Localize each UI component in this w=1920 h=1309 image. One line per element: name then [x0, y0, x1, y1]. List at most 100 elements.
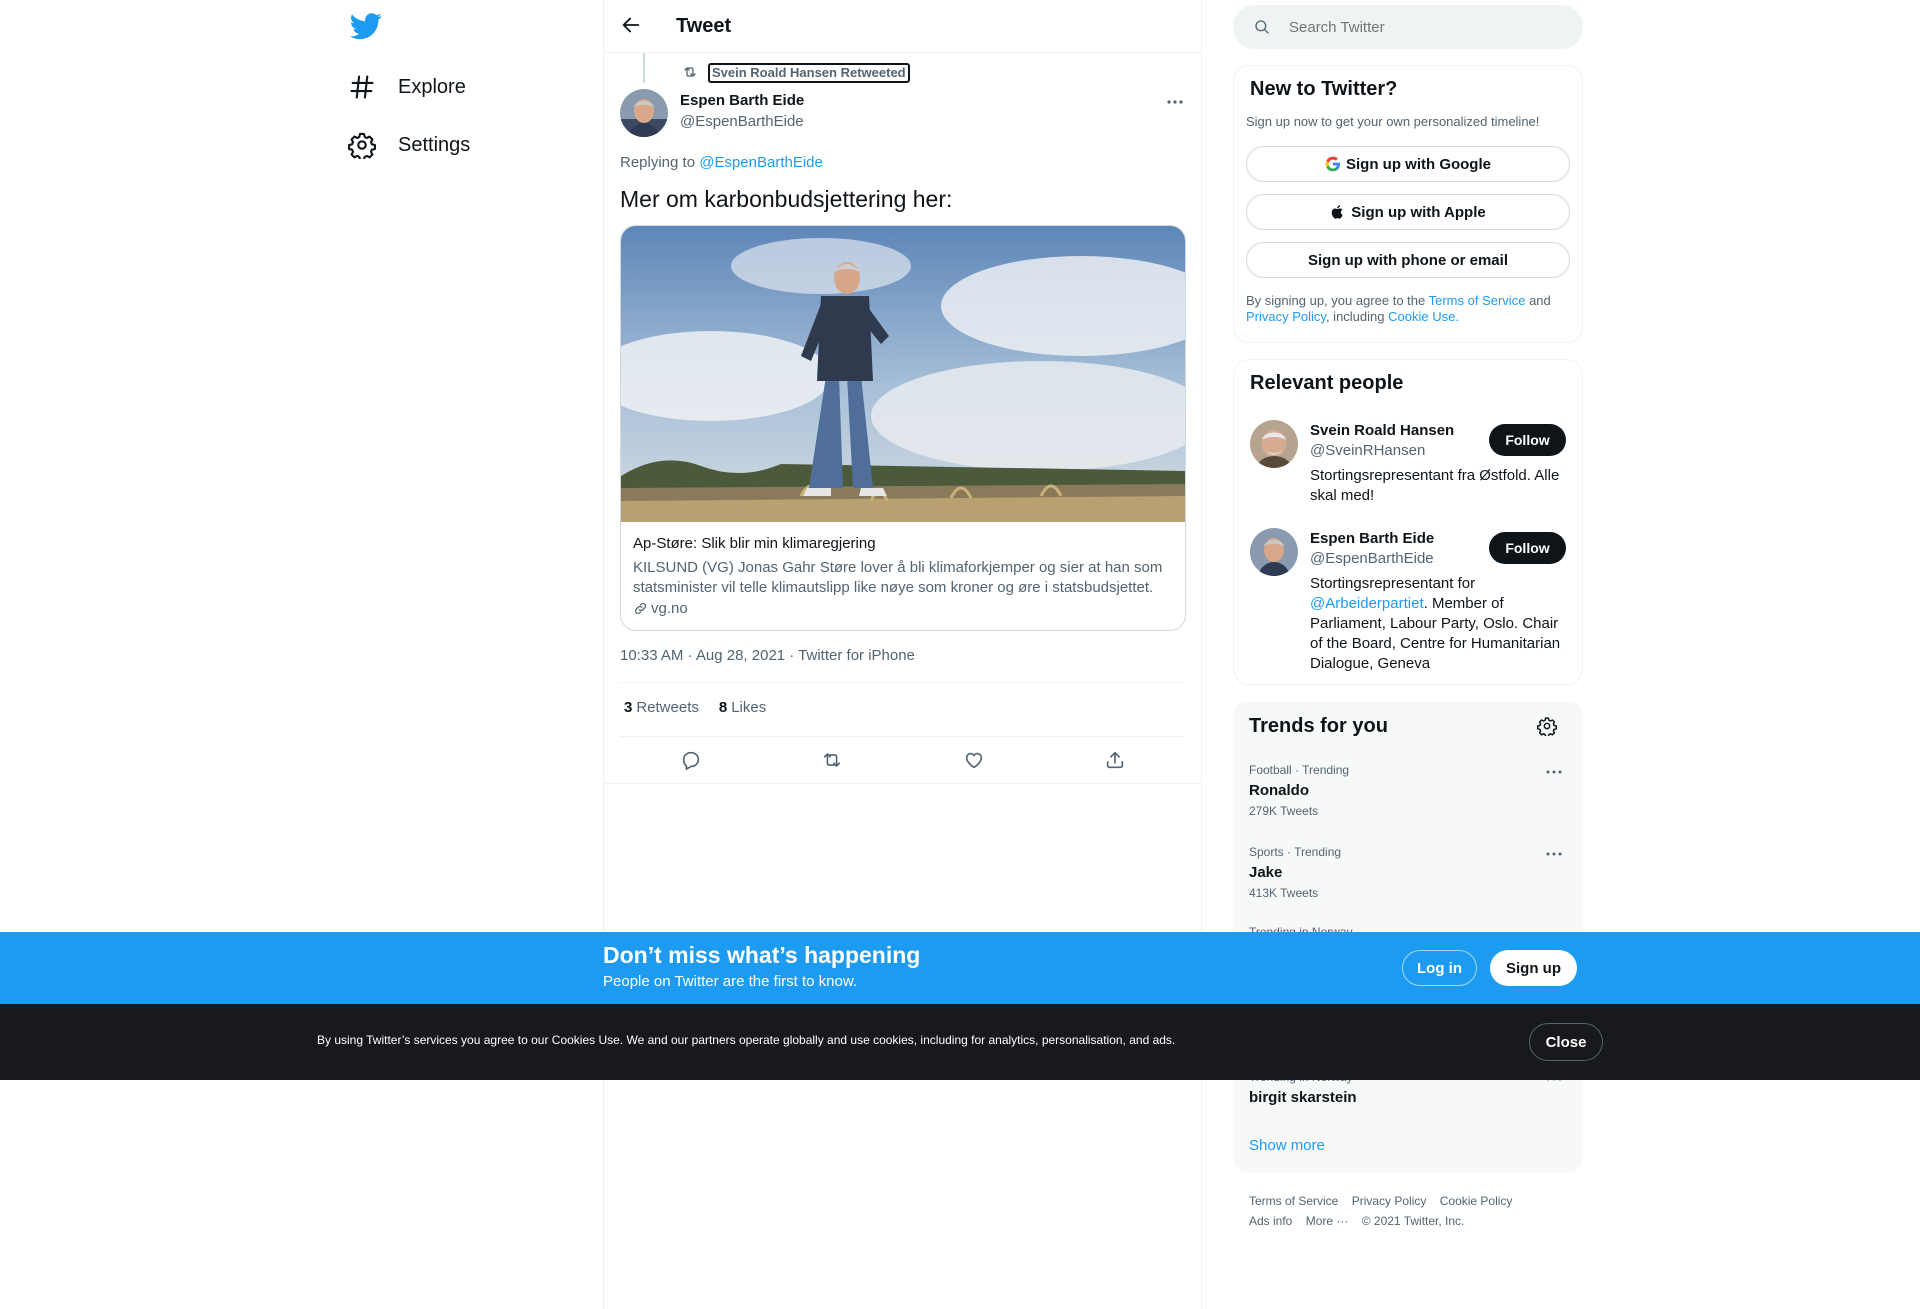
new-to-twitter-subtitle: Sign up now to get your own personalized…: [1246, 114, 1540, 129]
apple-logo-icon: [1330, 204, 1346, 220]
avatar[interactable]: [1250, 528, 1298, 576]
cta-title: Don’t miss what’s happening: [603, 942, 921, 968]
search-icon: [1253, 18, 1271, 36]
avatar[interactable]: [1250, 420, 1298, 468]
person-handle[interactable]: @EspenBarthEide: [1310, 550, 1434, 567]
retweet-context-link[interactable]: Svein Roald Hansen Retweeted: [708, 63, 910, 83]
footer-link[interactable]: Privacy Policy: [1352, 1194, 1427, 1208]
footer-link[interactable]: Cookie Policy: [1440, 1194, 1513, 1208]
search-input[interactable]: [1289, 18, 1549, 36]
author-handle[interactable]: @EspenBarthEide: [680, 113, 804, 130]
trend-item[interactable]: Sports · Trending Jake 413K Tweets: [1249, 845, 1569, 905]
legal-text-3: , including: [1325, 309, 1385, 324]
trend-item[interactable]: Football · Trending Ronaldo 279K Tweets: [1249, 763, 1569, 823]
footer-link[interactable]: Ads info: [1249, 1214, 1292, 1228]
relevant-people-title: Relevant people: [1250, 372, 1404, 394]
person-item[interactable]: Svein Roald Hansen @SveinRHansen Follow …: [1250, 420, 1572, 510]
thread-connector-line: [643, 53, 645, 83]
tweet-header: Tweet: [604, 0, 1202, 53]
trend-count: 413K Tweets: [1249, 886, 1319, 900]
author-avatar[interactable]: [620, 89, 668, 137]
legal-text-4: .: [1455, 309, 1459, 324]
likes-count: 8: [718, 699, 728, 716]
signup-apple-button[interactable]: Sign up with Apple: [1246, 194, 1570, 230]
link-card[interactable]: Ap-Støre: Slik blir min klimaregjering K…: [620, 225, 1186, 631]
cta-subtitle: People on Twitter are the first to know.: [603, 973, 858, 990]
signup-google-label: Sign up with Google: [1346, 155, 1491, 173]
nav-settings-label: Settings: [398, 133, 471, 156]
link-card-image: [621, 226, 1185, 522]
legal-text-1: By signing up, you agree to the: [1246, 293, 1426, 308]
tweet-timestamp[interactable]: 10:33 AM · Aug 28, 2021 · Twitter for iP…: [620, 647, 915, 664]
page-title: Tweet: [676, 15, 732, 37]
link-card-description: KILSUND (VG) Jonas Gahr Støre lover å bl…: [633, 559, 1163, 596]
trend-count: 279K Tweets: [1249, 804, 1319, 818]
trends-title: Trends for you: [1249, 715, 1388, 737]
tweet-actions: [620, 737, 1186, 783]
signup-apple-label: Sign up with Apple: [1351, 203, 1486, 221]
share-icon[interactable]: [1104, 749, 1126, 771]
reply-icon[interactable]: [680, 749, 702, 771]
nav-explore-label: Explore: [398, 75, 466, 98]
twitter-logo-icon[interactable]: [350, 10, 382, 42]
bio-text: Stortingsrepresentant for: [1310, 575, 1476, 592]
retweets-label: Retweets: [636, 699, 699, 716]
google-logo-icon: [1325, 156, 1341, 172]
bio-mention-link[interactable]: @Arbeiderpartiet: [1310, 595, 1424, 612]
trend-meta: Football · Trending: [1249, 763, 1350, 777]
person-name[interactable]: Espen Barth Eide: [1310, 530, 1434, 547]
link-card-domain-text: vg.no: [651, 600, 688, 617]
tweet-stats: 3 Retweets 8 Likes: [624, 699, 786, 716]
link-icon: [633, 601, 648, 616]
show-more-link[interactable]: Show more: [1249, 1137, 1325, 1154]
login-button[interactable]: Log in: [1402, 950, 1477, 986]
new-to-twitter-panel: New to Twitter? Sign up now to get your …: [1233, 65, 1583, 343]
person-bio: Stortingsrepresentant for @Arbeiderparti…: [1310, 574, 1572, 674]
signup-button[interactable]: Sign up: [1490, 950, 1577, 986]
trends-settings-gear-icon[interactable]: [1537, 716, 1557, 736]
like-heart-icon[interactable]: [963, 749, 985, 771]
person-handle[interactable]: @SveinRHansen: [1310, 442, 1425, 459]
person-item[interactable]: Espen Barth Eide @EspenBarthEide Follow …: [1250, 528, 1572, 678]
tweet-detail-column: Tweet Svein Roald Hansen Retweeted Espen…: [603, 0, 1202, 1309]
nav-explore[interactable]: Explore: [348, 62, 466, 112]
divider: [620, 682, 1186, 683]
signup-phone-email-button[interactable]: Sign up with phone or email: [1246, 242, 1570, 278]
author-name[interactable]: Espen Barth Eide: [680, 92, 804, 109]
more-options-icon[interactable]: [1545, 847, 1563, 861]
signup-phone-email-label: Sign up with phone or email: [1307, 251, 1508, 269]
cookie-text: By using Twitter’s services you agree to…: [317, 1033, 1176, 1047]
footer-link[interactable]: Terms of Service: [1249, 1194, 1338, 1208]
retweet-icon: [682, 64, 700, 82]
replying-to: Replying to @EspenBarthEide: [620, 154, 823, 171]
retweet-icon[interactable]: [821, 749, 843, 771]
more-options-icon[interactable]: [1545, 765, 1563, 779]
trend-name: Ronaldo: [1249, 782, 1309, 799]
replying-mention-link[interactable]: @EspenBarthEide: [699, 154, 823, 171]
follow-button[interactable]: Follow: [1489, 532, 1566, 564]
nav-settings[interactable]: Settings: [348, 120, 470, 170]
likes-stat[interactable]: 8 Likes: [719, 699, 766, 716]
likes-label: Likes: [731, 699, 767, 716]
follow-button[interactable]: Follow: [1489, 424, 1566, 456]
cookie-banner: By using Twitter’s services you agree to…: [0, 1004, 1920, 1080]
signup-google-button[interactable]: Sign up with Google: [1246, 146, 1570, 182]
terms-of-service-link[interactable]: Terms of Service: [1429, 293, 1526, 308]
cookie-use-link[interactable]: Cookie Use: [1388, 309, 1455, 324]
privacy-policy-link[interactable]: Privacy Policy: [1246, 309, 1326, 324]
footer-copyright: © 2021 Twitter, Inc.: [1361, 1214, 1465, 1228]
gear-icon: [348, 131, 376, 159]
person-name[interactable]: Svein Roald Hansen: [1310, 422, 1454, 439]
retweets-stat[interactable]: 3 Retweets: [624, 699, 699, 716]
search-bar[interactable]: [1233, 5, 1583, 49]
signup-legal-text: By signing up, you agree to the Terms of…: [1246, 293, 1576, 325]
cookie-close-button[interactable]: Close: [1529, 1023, 1603, 1061]
footer-links: Terms of Service Privacy Policy Cookie P…: [1249, 1191, 1579, 1231]
back-arrow-icon[interactable]: [620, 14, 644, 38]
trend-name: birgit skarstein: [1249, 1089, 1357, 1106]
retweet-context: Svein Roald Hansen Retweeted: [682, 63, 910, 83]
signup-cta-banner: Don’t miss what’s happening People on Tw…: [0, 932, 1920, 1004]
footer-link[interactable]: More ···: [1306, 1214, 1349, 1228]
more-options-icon[interactable]: [1164, 92, 1186, 112]
link-card-domain: vg.no: [633, 600, 688, 617]
